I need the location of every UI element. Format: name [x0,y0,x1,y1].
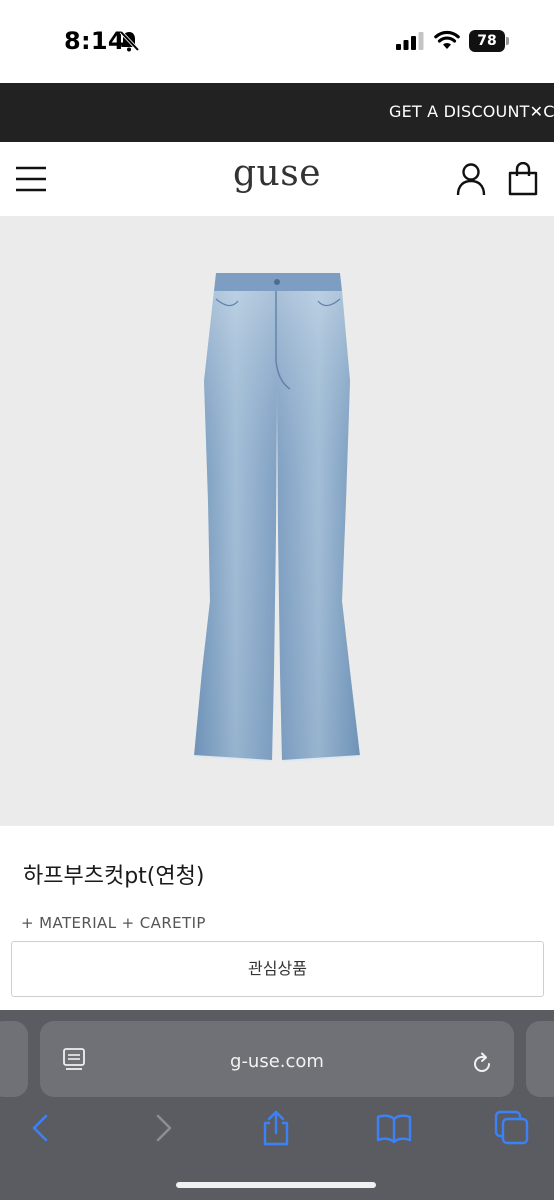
wifi-icon [434,30,460,49]
user-icon[interactable] [455,162,487,196]
next-tab-peek[interactable] [526,1021,554,1097]
product-name: 하프부츠컷pt(연청) [23,864,205,889]
product-tabs[interactable]: + MATERIAL + CARETIP [21,914,206,928]
promo-text: GET A DISCOUNT✕COUPON [389,102,554,121]
promo-banner[interactable]: GET A DISCOUNT✕COUPON [0,83,554,142]
address-bar[interactable]: g-use.com [40,1021,514,1097]
battery-level: 78 [469,30,505,52]
tabs-icon[interactable] [494,1110,530,1146]
bell-slash-icon [119,30,140,52]
product-image[interactable] [0,216,554,826]
bookmarks-icon[interactable] [376,1110,412,1146]
previous-tab-peek[interactable] [0,1021,28,1097]
forward-icon[interactable] [144,1110,180,1146]
wishlist-button[interactable]: 관심상품 [11,941,544,997]
wishlist-bar: 관심상품 [0,928,554,1010]
browser-toolbar [0,1098,554,1168]
jeans-product-photo [193,273,361,762]
battery-icon: 78 [469,30,509,52]
url-text[interactable]: g-use.com [40,1051,514,1072]
cellular-signal-icon [396,32,424,50]
status-time: 8:14 [64,27,125,55]
status-bar: 8:14 78 [0,0,554,83]
browser-chrome: g-use.com [0,1010,554,1200]
shopping-bag-icon[interactable] [507,162,539,196]
reload-icon[interactable] [470,1052,494,1076]
site-header: guse [0,142,554,216]
back-icon[interactable] [24,1110,60,1146]
home-indicator[interactable] [176,1182,376,1188]
share-icon[interactable] [258,1110,294,1146]
